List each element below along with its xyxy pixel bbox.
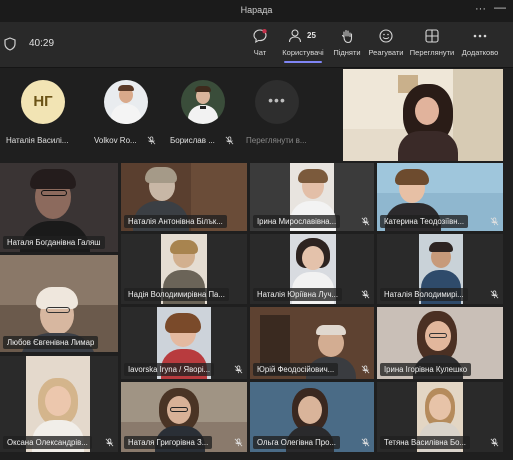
participant-name: Тетяна Василівна Бо... (384, 438, 466, 447)
participants-label: Користувачі (282, 48, 324, 57)
ellipsis-icon: ••• (255, 80, 299, 124)
people-icon (288, 29, 302, 43)
participant-name: Iavorska Iryna / Яворі... (128, 365, 211, 374)
avatar-name: Наталія Василі... (6, 136, 69, 145)
participant-name: Наталія Володимирі... (384, 290, 464, 299)
avatar-name: Volkov Ro... (94, 136, 137, 145)
chat-label: Чат (253, 48, 267, 57)
participant-name: Ірина Ігорівна Кулешко (380, 363, 472, 376)
participant-name-row: Наталія Юріївна Луч... (253, 288, 343, 301)
grid-view-icon (425, 29, 439, 43)
participant-name-row: Наталя Григорівна З... (124, 436, 213, 449)
participant-name: Наталія Юріївна Луч... (257, 290, 339, 299)
participant-name-row: Оксана Олександрів... (3, 436, 92, 449)
meeting-toolbar: 40:29 Чат 25 Користувачі Підняти Реагува… (0, 22, 513, 68)
participant-tile[interactable]: Тетяна Василівна Бо... (377, 382, 503, 452)
participant-name-row: Ірина Мирославівна... (253, 215, 341, 228)
participant-name: Оксана Олександрів... (7, 438, 88, 447)
window-title: Нарада (240, 5, 273, 15)
mic-off-icon (361, 365, 370, 374)
participant-name-row: Наталія Володимирі... (380, 288, 468, 301)
participants-button[interactable]: 25 Користувачі (280, 28, 326, 63)
view-all-button[interactable]: ••• (247, 80, 307, 124)
participant-tile[interactable]: Наталія Юріївна Луч... (250, 234, 374, 304)
participant-name: Наталя Богданівна Галяш (3, 236, 105, 249)
participant-avatar[interactable]: НГ (13, 80, 73, 124)
avatar-photo (104, 80, 148, 124)
mic-off-icon (361, 290, 370, 299)
react-button[interactable]: Реагувати (366, 28, 406, 57)
participant-name-row: Iavorska Iryna / Яворі... (124, 363, 215, 376)
raise-hand-button[interactable]: Підняти (332, 28, 362, 57)
raise-hand-label: Підняти (333, 48, 361, 57)
mic-off-icon (361, 217, 370, 226)
participant-name: Ірина Мирославівна... (257, 217, 337, 226)
mic-off-icon (147, 136, 156, 145)
participant-tile[interactable]: Любов Євгенівна Лимар (0, 255, 118, 352)
participant-tile[interactable]: Наталія Володимирі... (377, 234, 503, 304)
participant-name: Наталя Григорівна З... (128, 438, 209, 447)
participant-avatar[interactable] (96, 80, 156, 124)
avatar-name: Борислав ... (170, 136, 215, 145)
participant-tile[interactable]: Iavorska Iryna / Яворі... (121, 307, 247, 379)
chat-icon (253, 29, 267, 44)
more-button[interactable]: Додатково (460, 28, 500, 57)
mic-off-icon (225, 136, 234, 145)
participant-name-row: Катерина Теодозіївн... (380, 215, 469, 228)
mic-off-icon (490, 217, 499, 226)
avatar-photo (181, 80, 225, 124)
participant-name: Любов Євгенівна Лимар (3, 336, 99, 349)
avatar-name-row: Volkov Ro... (94, 136, 156, 145)
participant-name: Ольга Олегівна Про... (257, 438, 336, 447)
view-all-label: Переглянути в... (246, 136, 307, 145)
participant-name-row: Ольга Олегівна Про... (253, 436, 340, 449)
avatar-name-row: Борислав ... (170, 136, 234, 145)
participant-name: Надія Володимирівна Па... (124, 288, 229, 301)
avatar-initials: НГ (21, 80, 65, 124)
chat-button[interactable]: Чат (248, 28, 272, 57)
participant-name-row: Тетяна Василівна Бо... (380, 436, 470, 449)
title-bar: Нарада ··· — (0, 0, 513, 22)
meeting-timer: 40:29 (29, 38, 55, 49)
minimize-icon[interactable]: — (494, 0, 506, 14)
participant-tile[interactable]: Юрій Феодосійович... (250, 307, 374, 379)
participant-tile[interactable]: Наталя Григорівна З... (121, 382, 247, 452)
shield-icon (4, 37, 16, 51)
mic-off-icon (234, 438, 243, 447)
view-label: Переглянути (409, 48, 455, 57)
participant-name: Наталія Антонівна Білък... (124, 215, 227, 228)
mic-off-icon (490, 438, 499, 447)
more-options-icon[interactable]: ··· (475, 3, 486, 15)
participant-tile[interactable]: Надія Володимирівна Па... (121, 234, 247, 304)
participant-tile[interactable]: Ірина Ігорівна Кулешко (377, 307, 503, 379)
more-icon (473, 34, 487, 38)
mic-off-icon (490, 290, 499, 299)
more-label: Додатково (461, 48, 499, 57)
participant-tile[interactable]: Ольга Олегівна Про... (250, 382, 374, 452)
participant-name: Катерина Теодозіївн... (384, 217, 465, 226)
participant-name: Юрій Феодосійович... (257, 365, 335, 374)
participants-count: 25 (307, 31, 316, 40)
participant-tile[interactable]: Ірина Мирославівна... (250, 163, 374, 231)
participant-tile[interactable]: Наталя Богданівна Галяш (0, 163, 118, 252)
featured-video[interactable] (343, 69, 503, 161)
react-label: Реагувати (368, 48, 404, 57)
participant-avatar[interactable] (173, 80, 233, 124)
smiley-icon (379, 29, 393, 43)
mic-off-icon (105, 438, 114, 447)
mic-off-icon (361, 438, 370, 447)
participant-tile[interactable]: Катерина Теодозіївн... (377, 163, 503, 231)
hand-icon (341, 29, 353, 44)
mic-off-icon (234, 365, 243, 374)
participant-name-row: Юрій Феодосійович... (253, 363, 339, 376)
view-button[interactable]: Переглянути (408, 28, 456, 57)
participant-tile-speaking[interactable]: Наталія Антонівна Білък... (121, 163, 247, 231)
participant-tile[interactable]: Оксана Олександрів... (0, 356, 118, 452)
